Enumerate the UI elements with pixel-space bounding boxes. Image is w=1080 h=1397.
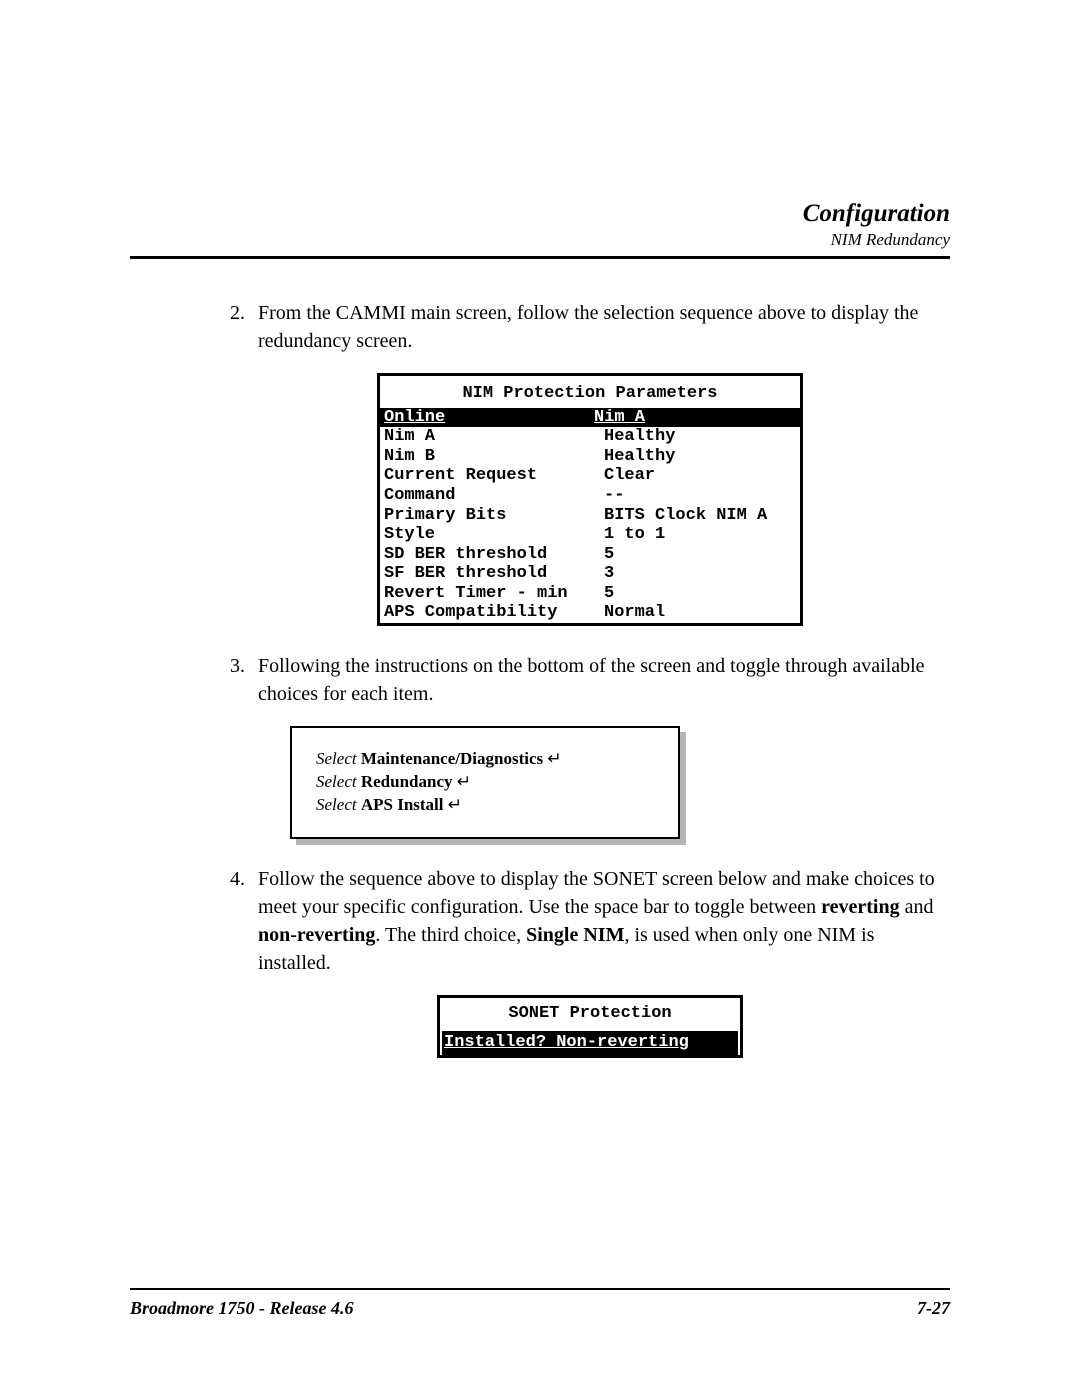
nim-row: Primary BitsBITS Clock NIM A [380, 506, 800, 526]
step-number: 2. [230, 299, 258, 355]
step-text: From the CAMMI main screen, follow the s… [258, 299, 950, 355]
header-title: Configuration [130, 200, 950, 228]
header-rule [130, 256, 950, 259]
footer-left: Broadmore 1750 - Release 4.6 [130, 1298, 353, 1319]
sonet-protection-box: SONET Protection Installed? Non-revertin… [437, 995, 743, 1059]
nim-row-label: SD BER threshold [384, 545, 604, 565]
nim-row-value: BITS Clock NIM A [604, 506, 767, 526]
nim-parameters-box: NIM Protection Parameters OnlineNim ANim… [377, 373, 803, 626]
enter-icon: ↵ [457, 772, 471, 791]
step-3: 3. Following the instructions on the bot… [230, 652, 950, 708]
nim-row: Current RequestClear [380, 466, 800, 486]
step-number: 4. [230, 865, 258, 977]
footer-rule [130, 1288, 950, 1290]
sonet-label: Installed? [444, 1033, 546, 1052]
nim-row-label: Command [384, 486, 604, 506]
nim-row-value: 1 to 1 [604, 525, 665, 545]
content-area: 2. From the CAMMI main screen, follow th… [230, 299, 950, 1058]
step-text: Following the instructions on the bottom… [258, 652, 950, 708]
header-subtitle: NIM Redundancy [130, 230, 950, 250]
nim-title: NIM Protection Parameters [380, 376, 800, 408]
enter-icon: ↵ [547, 749, 561, 768]
enter-icon: ↵ [448, 795, 462, 814]
nim-row-label: Style [384, 525, 604, 545]
select-sequence-box: Select Maintenance/Diagnostics ↵Select R… [290, 726, 680, 839]
nim-row: Revert Timer - min5 [380, 584, 800, 604]
nim-row-value: 5 [604, 545, 614, 565]
step-2: 2. From the CAMMI main screen, follow th… [230, 299, 950, 355]
step-text: Follow the sequence above to display the… [258, 865, 950, 977]
nim-row-value: -- [604, 486, 624, 506]
nim-row-label: Nim A [384, 427, 604, 447]
nim-row-label: SF BER threshold [384, 564, 604, 584]
nim-row: SF BER threshold3 [380, 564, 800, 584]
step-4: 4. Follow the sequence above to display … [230, 865, 950, 977]
nim-row-value: Healthy [604, 427, 675, 447]
nim-row: OnlineNim A [380, 408, 800, 428]
select-line: Select Maintenance/Diagnostics ↵ [316, 748, 654, 771]
footer-right: 7-27 [917, 1298, 950, 1319]
select-line: Select Redundancy ↵ [316, 771, 654, 794]
nim-row-label: APS Compatibility [384, 603, 604, 623]
nim-row-label: Revert Timer - min [384, 584, 604, 604]
nim-row-label: Nim B [384, 447, 604, 467]
nim-row-label: Current Request [384, 466, 604, 486]
step-number: 3. [230, 652, 258, 708]
nim-row: Command-- [380, 486, 800, 506]
nim-row-label: Online [384, 408, 594, 428]
page-header: Configuration NIM Redundancy [130, 200, 950, 250]
nim-row: Nim AHealthy [380, 427, 800, 447]
sonet-row: Installed? Non-reverting [440, 1031, 740, 1055]
sonet-value: Non-reverting [556, 1033, 689, 1052]
nim-row-value: Healthy [604, 447, 675, 467]
nim-row-value: Clear [604, 466, 655, 486]
page-footer: Broadmore 1750 - Release 4.6 7-27 [130, 1280, 950, 1319]
nim-row: Style1 to 1 [380, 525, 800, 545]
nim-row-value: Nim A [594, 408, 796, 428]
nim-row: SD BER threshold5 [380, 545, 800, 565]
nim-row-value: 5 [604, 584, 614, 604]
nim-row-value: Normal [604, 603, 665, 623]
sonet-title: SONET Protection [440, 998, 740, 1032]
nim-row: Nim BHealthy [380, 447, 800, 467]
select-line: Select APS Install ↵ [316, 794, 654, 817]
nim-row-label: Primary Bits [384, 506, 604, 526]
nim-row: APS CompatibilityNormal [380, 603, 800, 623]
nim-row-value: 3 [604, 564, 614, 584]
